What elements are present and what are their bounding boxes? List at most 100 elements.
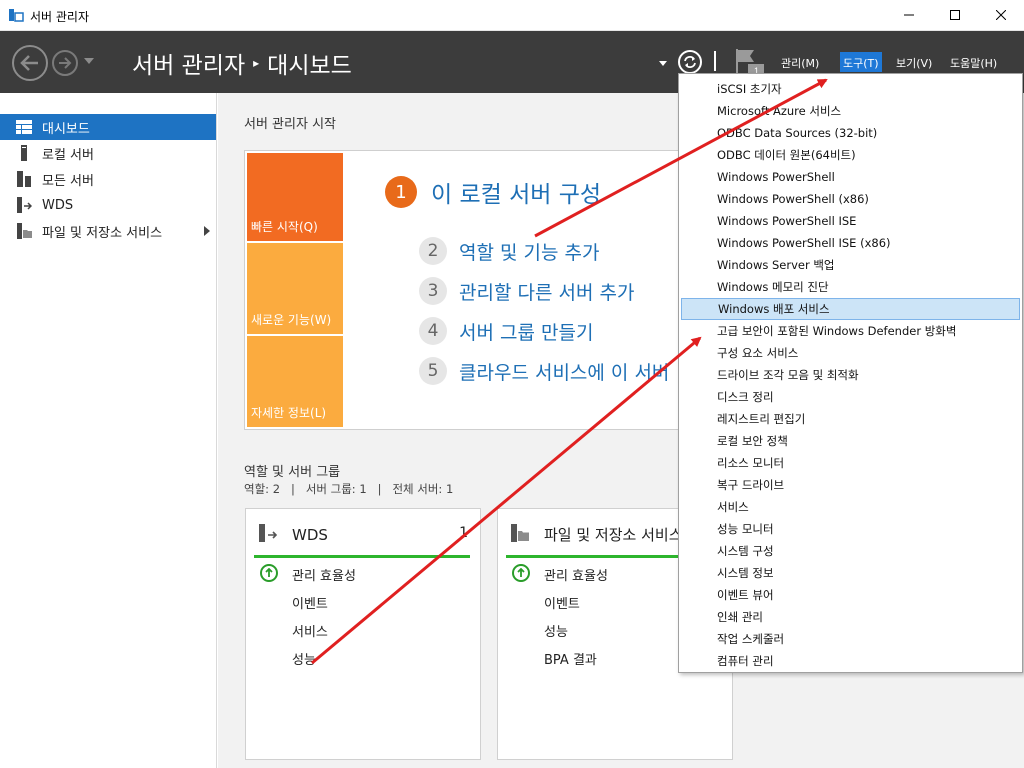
server-manager-app-icon: [9, 9, 24, 22]
close-icon: [996, 10, 1006, 20]
menu-help[interactable]: 도움말(H): [947, 52, 1000, 72]
tile-row-events[interactable]: 이벤트: [292, 593, 328, 612]
role-tile-title[interactable]: 파일 및 저장소 서비스: [544, 525, 694, 545]
sidebar-item-all-servers[interactable]: 모든 서버: [0, 166, 216, 192]
sidebar: 대시보드 로컬 서버 모든 서버 WDS 파일 및 저장소 서비스: [0, 93, 217, 768]
wds-icon: [259, 524, 278, 542]
step-configure-local-server[interactable]: 1 이 로컬 서버 구성: [385, 175, 601, 209]
tools-menu-item[interactable]: 복구 드라이브: [681, 474, 1020, 496]
step-link[interactable]: 역할 및 기능 추가: [459, 238, 599, 265]
history-dropdown-icon[interactable]: [84, 58, 94, 64]
minimize-button[interactable]: [886, 0, 932, 30]
step-number: 2: [419, 237, 447, 265]
refresh-button[interactable]: [678, 50, 702, 74]
window-title: 서버 관리자: [30, 10, 90, 24]
tools-menu-item[interactable]: 성능 모니터: [681, 518, 1020, 540]
tools-menu-item[interactable]: 작업 스케줄러: [681, 628, 1020, 650]
menu-view[interactable]: 보기(V): [893, 52, 935, 72]
tile-row-bpa-results[interactable]: BPA 결과: [544, 649, 597, 668]
maximize-icon: [950, 10, 960, 20]
tile-row-manageability[interactable]: 관리 효율성: [292, 565, 356, 584]
dashboard-icon: [16, 119, 32, 135]
step-add-roles[interactable]: 2 역할 및 기능 추가: [419, 237, 599, 265]
tools-menu-item[interactable]: iSCSI 초기자: [681, 78, 1020, 100]
status-ok-icon: [260, 564, 278, 582]
local-server-icon: [16, 145, 32, 161]
minimize-icon: [904, 14, 914, 16]
sidebar-item-label: WDS: [42, 197, 74, 213]
tools-menu-item[interactable]: 인쇄 관리: [681, 606, 1020, 628]
tools-menu-item[interactable]: Microsoft Azure 서비스: [681, 100, 1020, 122]
sidebar-item-label: 로컬 서버: [42, 147, 94, 163]
health-bar: [254, 555, 470, 558]
step-link[interactable]: 관리할 다른 서버 추가: [459, 278, 634, 305]
tools-menu-item[interactable]: Windows Server 백업: [681, 254, 1020, 276]
role-tile-wds[interactable]: WDS 1 관리 효율성 이벤트 서비스 성능: [245, 508, 481, 760]
tools-menu-item[interactable]: 드라이브 조각 모음 및 최적화: [681, 364, 1020, 386]
tools-menu-item[interactable]: Windows 메모리 진단: [681, 276, 1020, 298]
forward-button[interactable]: [52, 50, 78, 76]
step-number: 5: [419, 357, 447, 385]
tools-menu-item[interactable]: 레지스트리 편집기: [681, 408, 1020, 430]
expand-chevron-icon[interactable]: [204, 226, 210, 236]
menu-manage[interactable]: 관리(M): [778, 52, 822, 72]
tab-learn-more-label: 자세한 정보(L): [251, 406, 327, 420]
tools-menu-item[interactable]: 구성 요소 서비스: [681, 342, 1020, 364]
step-link[interactable]: 이 로컬 서버 구성: [431, 175, 601, 209]
tools-menu-item[interactable]: Windows 배포 서비스: [681, 298, 1020, 320]
arrow-left-icon: [20, 55, 38, 71]
tab-quick-start-label: 빠른 시작(Q): [251, 220, 318, 234]
arrow-right-icon: [59, 57, 72, 69]
step-number: 4: [419, 317, 447, 345]
tile-row-performance[interactable]: 성능: [544, 621, 568, 640]
welcome-panel: 빠른 시작(Q) 새로운 기능(W) 자세한 정보(L) 1 이 로컬 서버 구…: [244, 150, 714, 430]
step-add-servers[interactable]: 3 관리할 다른 서버 추가: [419, 277, 634, 305]
tile-row-services[interactable]: 서비스: [292, 621, 328, 640]
tools-menu-item[interactable]: 리소스 모니터: [681, 452, 1020, 474]
tools-menu-item[interactable]: 고급 보안이 포함된 Windows Defender 방화벽: [681, 320, 1020, 342]
breadcrumb: 서버 관리자 ▸ 대시보드: [132, 46, 352, 80]
menu-tools[interactable]: 도구(T): [840, 52, 882, 72]
step-create-server-group[interactable]: 4 서버 그룹 만들기: [419, 317, 593, 345]
tools-menu-item[interactable]: 시스템 정보: [681, 562, 1020, 584]
tools-menu-item[interactable]: 이벤트 뷰어: [681, 584, 1020, 606]
step-cloud-services[interactable]: 5 클라우드 서비스에 이 서버: [419, 357, 669, 385]
roles-summary: 역할: 2 | 서버 그룹: 1 | 전체 서버: 1: [244, 482, 454, 496]
tools-menu-item[interactable]: 컴퓨터 관리: [681, 650, 1020, 672]
tools-menu-item[interactable]: 서비스: [681, 496, 1020, 518]
tools-menu-item[interactable]: Windows PowerShell ISE (x86): [681, 232, 1020, 254]
maximize-button[interactable]: [932, 0, 978, 30]
tools-menu-item[interactable]: Windows PowerShell ISE: [681, 210, 1020, 232]
role-tile-title[interactable]: WDS: [292, 525, 328, 545]
tools-menu-item[interactable]: ODBC 데이터 원본(64비트): [681, 144, 1020, 166]
tile-row-performance[interactable]: 성능: [292, 649, 316, 668]
tools-menu-item[interactable]: 로컬 보안 정책: [681, 430, 1020, 452]
sidebar-item-label: 파일 및 저장소 서비스: [42, 225, 163, 241]
tools-menu-item[interactable]: Windows PowerShell: [681, 166, 1020, 188]
refresh-icon: [684, 56, 696, 68]
tab-learn-more[interactable]: 자세한 정보(L): [247, 336, 343, 427]
sidebar-item-wds[interactable]: WDS: [0, 192, 216, 218]
step-link[interactable]: 클라우드 서비스에 이 서버: [459, 358, 669, 385]
tab-whats-new-label: 새로운 기능(W): [251, 313, 332, 327]
tools-menu-item[interactable]: 시스템 구성: [681, 540, 1020, 562]
header-dropdown-icon[interactable]: [659, 61, 667, 66]
tools-menu-item[interactable]: 디스크 정리: [681, 386, 1020, 408]
tools-menu-item[interactable]: Windows PowerShell (x86): [681, 188, 1020, 210]
status-ok-icon: [512, 564, 530, 582]
close-button[interactable]: [978, 0, 1024, 30]
tab-quick-start[interactable]: 빠른 시작(Q): [247, 153, 343, 241]
sidebar-item-dashboard[interactable]: 대시보드: [0, 114, 216, 140]
tile-row-manageability[interactable]: 관리 효율성: [544, 565, 608, 584]
sidebar-item-file-storage[interactable]: 파일 및 저장소 서비스: [0, 218, 216, 244]
tile-row-events[interactable]: 이벤트: [544, 593, 580, 612]
wds-icon: [16, 197, 32, 213]
tab-whats-new[interactable]: 새로운 기능(W): [247, 243, 343, 334]
step-number: 3: [419, 277, 447, 305]
breadcrumb-root: 서버 관리자: [132, 53, 246, 79]
tools-menu-item[interactable]: ODBC Data Sources (32-bit): [681, 122, 1020, 144]
back-button[interactable]: [12, 45, 48, 81]
sidebar-item-local-server[interactable]: 로컬 서버: [0, 140, 216, 166]
step-link[interactable]: 서버 그룹 만들기: [459, 318, 593, 345]
roles-title: 역할 및 서버 그룹: [244, 465, 341, 480]
